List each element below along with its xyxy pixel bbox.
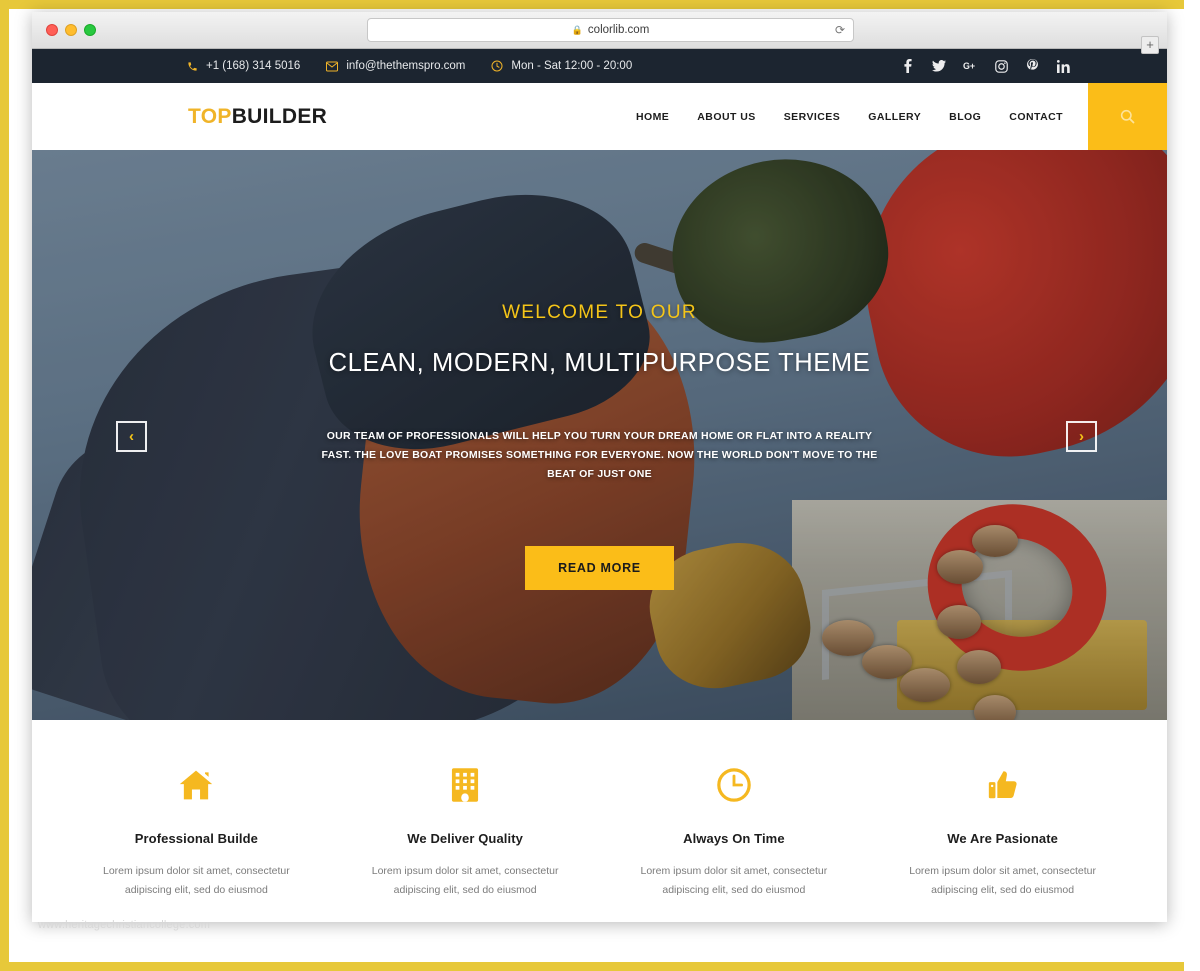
- hero-title: CLEAN, MODERN, MULTIPURPOSE THEME: [328, 349, 871, 377]
- envelope-icon: [326, 61, 339, 72]
- minimize-window-button[interactable]: [65, 24, 77, 36]
- site-header: TOPBUILDER HOME ABOUT US SERVICES GALLER…: [32, 83, 1167, 150]
- feature-title: We Are Pasionate: [947, 831, 1058, 846]
- clock-icon: [614, 765, 855, 805]
- carousel-prev-button[interactable]: ‹: [116, 421, 147, 452]
- frame-gap-right: [1184, 0, 1200, 971]
- address-bar[interactable]: 🔒 colorlib.com ⟳: [367, 18, 854, 42]
- social-links: G+: [901, 59, 1070, 73]
- new-tab-button[interactable]: +: [1141, 36, 1159, 54]
- feature-text: Lorem ipsum dolor sit amet, consectetur …: [909, 865, 1096, 896]
- features-section: Professional Builde Lorem ipsum dolor si…: [32, 720, 1167, 922]
- svg-text:G+: G+: [963, 61, 975, 71]
- building-icon: [345, 765, 586, 805]
- browser-window: 🔒 colorlib.com ⟳ + +1 (168) 314 5016 inf…: [32, 12, 1167, 922]
- carousel-next-button[interactable]: ›: [1066, 421, 1097, 452]
- window-traffic-lights: [46, 24, 96, 36]
- read-more-button[interactable]: READ MORE: [525, 546, 674, 590]
- twitter-icon[interactable]: [932, 59, 946, 73]
- google-plus-icon[interactable]: G+: [963, 59, 977, 73]
- search-button[interactable]: [1088, 83, 1167, 150]
- close-window-button[interactable]: [46, 24, 58, 36]
- topbar-email-text: info@thethemspro.com: [346, 60, 466, 72]
- topbar-contact-group: +1 (168) 314 5016 info@thethemspro.com M…: [187, 60, 632, 72]
- hero-subtitle: WELCOME TO OUR: [502, 302, 697, 323]
- home-icon: [76, 765, 317, 805]
- instagram-icon[interactable]: [994, 59, 1008, 73]
- facebook-icon[interactable]: [901, 59, 915, 73]
- clock-icon: [491, 60, 503, 72]
- phone-icon: [187, 61, 198, 72]
- site-topbar: +1 (168) 314 5016 info@thethemspro.com M…: [32, 49, 1167, 83]
- feature-title: Always On Time: [683, 831, 785, 846]
- linkedin-icon[interactable]: [1056, 59, 1070, 73]
- logo-part-top: TOP: [188, 104, 232, 128]
- pinterest-icon[interactable]: [1025, 59, 1039, 73]
- feature-card-we-deliver-quality: We Deliver Quality Lorem ipsum dolor sit…: [331, 765, 600, 922]
- nav-item-home[interactable]: HOME: [636, 111, 669, 123]
- hero-content: WELCOME TO OUR CLEAN, MODERN, MULTIPURPO…: [32, 302, 1167, 590]
- hero-slider: ‹ › WELCOME TO OUR CLEAN, MODERN, MULTIP…: [32, 150, 1167, 720]
- feature-title: We Deliver Quality: [407, 831, 523, 846]
- topbar-hours: Mon - Sat 12:00 - 20:00: [491, 60, 632, 72]
- feature-text: Lorem ipsum dolor sit amet, consectetur …: [103, 865, 290, 896]
- nav-item-contact[interactable]: CONTACT: [1009, 111, 1063, 123]
- browser-chrome: 🔒 colorlib.com ⟳ +: [32, 12, 1167, 54]
- site-logo[interactable]: TOPBUILDER: [188, 105, 327, 129]
- feature-title: Professional Builde: [134, 831, 258, 846]
- topbar-email[interactable]: info@thethemspro.com: [326, 60, 465, 72]
- hero-description: OUR TEAM OF PROFESSIONALS WILL HELP YOU …: [321, 430, 878, 480]
- nav-item-blog[interactable]: BLOG: [949, 111, 981, 123]
- feature-card-always-on-time: Always On Time Lorem ipsum dolor sit ame…: [600, 765, 869, 922]
- topbar-phone[interactable]: +1 (168) 314 5016: [187, 60, 300, 72]
- feature-card-professional-builder: Professional Builde Lorem ipsum dolor si…: [62, 765, 331, 922]
- feature-card-we-are-passionate: We Are Pasionate Lorem ipsum dolor sit a…: [868, 765, 1137, 922]
- nav-item-services[interactable]: SERVICES: [784, 111, 841, 123]
- main-navigation: HOME ABOUT US SERVICES GALLERY BLOG CONT…: [636, 111, 1063, 123]
- nav-item-gallery[interactable]: GALLERY: [868, 111, 921, 123]
- maximize-window-button[interactable]: [84, 24, 96, 36]
- feature-text: Lorem ipsum dolor sit amet, consectetur …: [640, 865, 828, 896]
- search-icon: [1120, 109, 1135, 124]
- url-text: colorlib.com: [587, 24, 650, 36]
- thumbs-up-icon: [882, 765, 1123, 805]
- reload-icon[interactable]: ⟳: [835, 23, 845, 37]
- feature-text: Lorem ipsum dolor sit amet, consectetur …: [371, 865, 559, 896]
- logo-part-builder: BUILDER: [231, 104, 328, 128]
- nav-item-about-us[interactable]: ABOUT US: [697, 111, 755, 123]
- topbar-hours-text: Mon - Sat 12:00 - 20:00: [511, 60, 633, 72]
- lock-icon: 🔒: [571, 24, 583, 35]
- topbar-phone-text: +1 (168) 314 5016: [206, 60, 301, 72]
